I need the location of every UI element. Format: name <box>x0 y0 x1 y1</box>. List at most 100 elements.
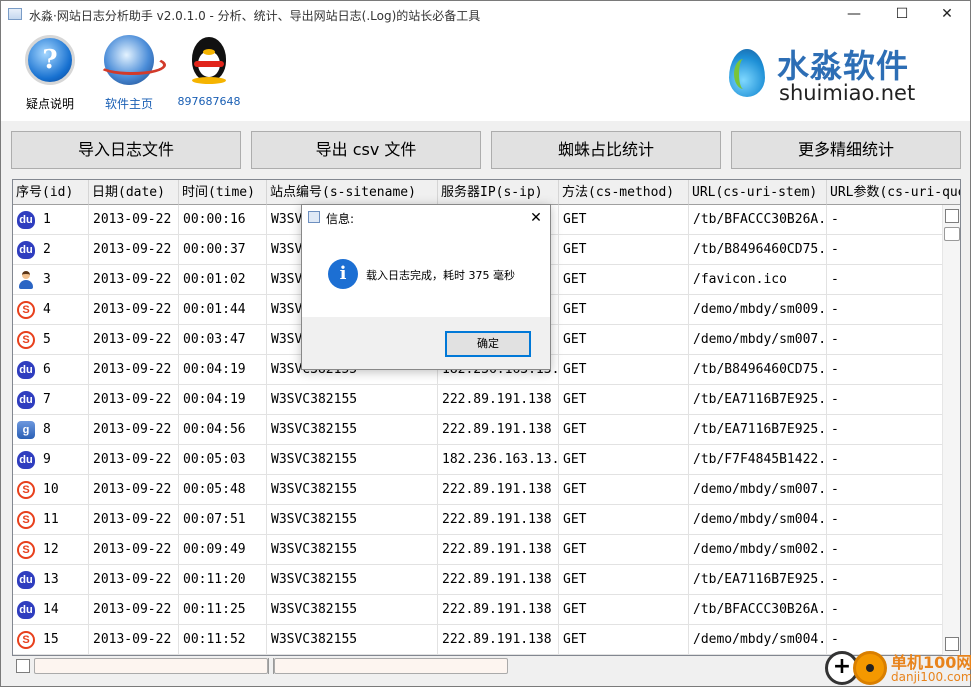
cell-date: 2013-09-22 <box>89 625 179 655</box>
cell-id: S5 <box>13 325 89 355</box>
cell-date: 2013-09-22 <box>89 595 179 625</box>
cell-date: 2013-09-22 <box>89 505 179 535</box>
cell-id: du 14 <box>13 595 89 625</box>
cell-sitename: W3SVC382155 <box>267 505 438 535</box>
hscroll-thumb-left[interactable] <box>34 658 268 674</box>
cell-sitename: W3SVC382155 <box>267 415 438 445</box>
scroll-checkbox-top[interactable] <box>945 209 959 223</box>
cell-ip: 222.89.191.138 <box>438 385 559 415</box>
cell-query: - <box>827 205 960 235</box>
hscroll-checkbox[interactable] <box>16 659 30 673</box>
col-header-date[interactable]: 日期(date) <box>89 180 179 205</box>
baidu-icon: du <box>17 211 35 229</box>
close-button[interactable]: ✕ <box>924 1 970 29</box>
cell-url: /tb/EA7116B7E925. <box>689 415 827 445</box>
qq-label: 897687648 <box>177 95 241 108</box>
app-window: 水淼·网站日志分析助手 v2.0.1.0 - 分析、统计、导出网站日志(.Log… <box>0 0 971 687</box>
table-row[interactable]: du 9 2013-09-22 00:05:03 W3SVC382155 182.236.… <box>13 445 960 475</box>
table-row[interactable]: S 12 2013-09-22 00:09:49 W3SVC382155 222.89.1… <box>13 535 960 565</box>
minimize-button[interactable]: — <box>831 1 877 29</box>
cell-id: du 7 <box>13 385 89 415</box>
maximize-button[interactable]: ☐ <box>879 1 925 29</box>
watermark-url: danji100.com <box>891 670 971 684</box>
brand-name-en: shuimiao.net <box>779 81 916 105</box>
sogou-icon: S <box>17 481 35 499</box>
table-row[interactable]: S 11 2013-09-22 00:07:51 W3SVC382155 222.89.1… <box>13 505 960 535</box>
col-header-sitename[interactable]: 站点编号(s-sitename) <box>267 180 438 205</box>
cell-ip: 222.89.191.138 <box>438 535 559 565</box>
cell-method: GET <box>559 265 689 295</box>
more-stats-button[interactable]: 更多精细统计 <box>731 131 961 169</box>
dialog-message: 载入日志完成，耗时 375 毫秒 <box>366 269 515 282</box>
cell-url: /demo/mbdy/sm009. <box>689 295 827 325</box>
help-icon: ? <box>25 35 75 85</box>
vertical-scrollbar[interactable] <box>942 205 960 655</box>
cell-time: 00:04:19 <box>179 385 267 415</box>
col-header-query[interactable]: URL参数(cs-uri-query) <box>827 180 960 205</box>
cell-time: 00:01:02 <box>179 265 267 295</box>
table-row[interactable]: du 14 2013-09-22 00:11:25 W3SVC382155 222.89.… <box>13 595 960 625</box>
app-icon <box>8 8 22 20</box>
sogou-icon: S <box>17 301 35 319</box>
sogou-icon: S <box>17 541 35 559</box>
cell-ip: 222.89.191.138 <box>438 415 559 445</box>
ok-button[interactable]: 确定 <box>445 331 531 357</box>
cell-time: 00:11:25 <box>179 595 267 625</box>
cell-method: GET <box>559 205 689 235</box>
col-header-id[interactable]: 序号(id) <box>13 180 89 205</box>
cell-time: 00:03:47 <box>179 325 267 355</box>
col-header-ip[interactable]: 服务器IP(s-ip) <box>438 180 559 205</box>
globe-icon <box>98 35 166 85</box>
table-row[interactable]: du 13 2013-09-22 00:11:20 W3SVC382155 222.89.… <box>13 565 960 595</box>
table-row[interactable]: g 8 2013-09-22 00:04:56 W3SVC382155 222.89.19… <box>13 415 960 445</box>
cell-method: GET <box>559 385 689 415</box>
cell-method: GET <box>559 325 689 355</box>
cell-date: 2013-09-22 <box>89 235 179 265</box>
help-tool[interactable]: ? 疑点说明 <box>14 35 86 112</box>
cell-id: S 11 <box>13 505 89 535</box>
import-log-button[interactable]: 导入日志文件 <box>11 131 241 169</box>
col-header-method[interactable]: 方法(cs-method) <box>559 180 689 205</box>
homepage-tool[interactable]: 软件主页 <box>93 35 166 112</box>
row-number: 4 <box>43 302 51 317</box>
sogou-icon: S <box>17 511 35 529</box>
cell-date: 2013-09-22 <box>89 415 179 445</box>
cell-id: du 6 <box>13 355 89 385</box>
cell-url: /tb/EA7116B7E925. <box>689 565 827 595</box>
baidu-icon: du <box>17 571 35 589</box>
export-csv-button[interactable]: 导出 csv 文件 <box>251 131 481 169</box>
cell-time: 00:09:49 <box>179 535 267 565</box>
cell-date: 2013-09-22 <box>89 565 179 595</box>
cell-method: GET <box>559 565 689 595</box>
cell-url: /tb/BFACCC30B26A. <box>689 205 827 235</box>
dialog-footer: 确定 <box>302 317 550 369</box>
table-row[interactable]: S 15 2013-09-22 00:11:52 W3SVC382155 222.89.1… <box>13 625 960 655</box>
dialog-close-button[interactable]: ✕ <box>524 207 548 229</box>
col-header-url[interactable]: URL(cs-uri-stem) <box>689 180 827 205</box>
spider-stats-button[interactable]: 蜘蛛占比统计 <box>491 131 721 169</box>
cell-method: GET <box>559 355 689 385</box>
baidu-icon: du <box>17 451 35 469</box>
hscroll-thumb-right[interactable] <box>274 658 508 674</box>
cell-sitename: W3SVC382155 <box>267 475 438 505</box>
cell-sitename: W3SVC382155 <box>267 595 438 625</box>
cell-date: 2013-09-22 <box>89 475 179 505</box>
col-header-time[interactable]: 时间(time) <box>179 180 267 205</box>
qq-tool[interactable]: 897687648 <box>173 35 245 108</box>
table-row[interactable]: S 10 2013-09-22 00:05:48 W3SVC382155 222.89.1… <box>13 475 960 505</box>
cell-url: /tb/F7F4845B1422. <box>689 445 827 475</box>
sogou-icon: S <box>17 631 35 649</box>
cell-id: S 12 <box>13 535 89 565</box>
cell-time: 00:00:37 <box>179 235 267 265</box>
baidu-icon: du <box>17 241 35 259</box>
qq-penguin-icon <box>184 35 234 85</box>
cell-id: S 10 <box>13 475 89 505</box>
cell-url: /tb/B8496460CD75. <box>689 235 827 265</box>
table-row[interactable]: du 7 2013-09-22 00:04:19 W3SVC382155 222.89.1… <box>13 385 960 415</box>
toolbar: ? 疑点说明 软件主页 897687648 水淼软件 shuimiao.net <box>1 29 970 121</box>
cell-method: GET <box>559 295 689 325</box>
horizontal-scrollbar[interactable] <box>12 656 932 676</box>
cell-id: 3 <box>13 265 89 295</box>
scroll-thumb[interactable] <box>944 227 960 241</box>
cell-id: du 13 <box>13 565 89 595</box>
